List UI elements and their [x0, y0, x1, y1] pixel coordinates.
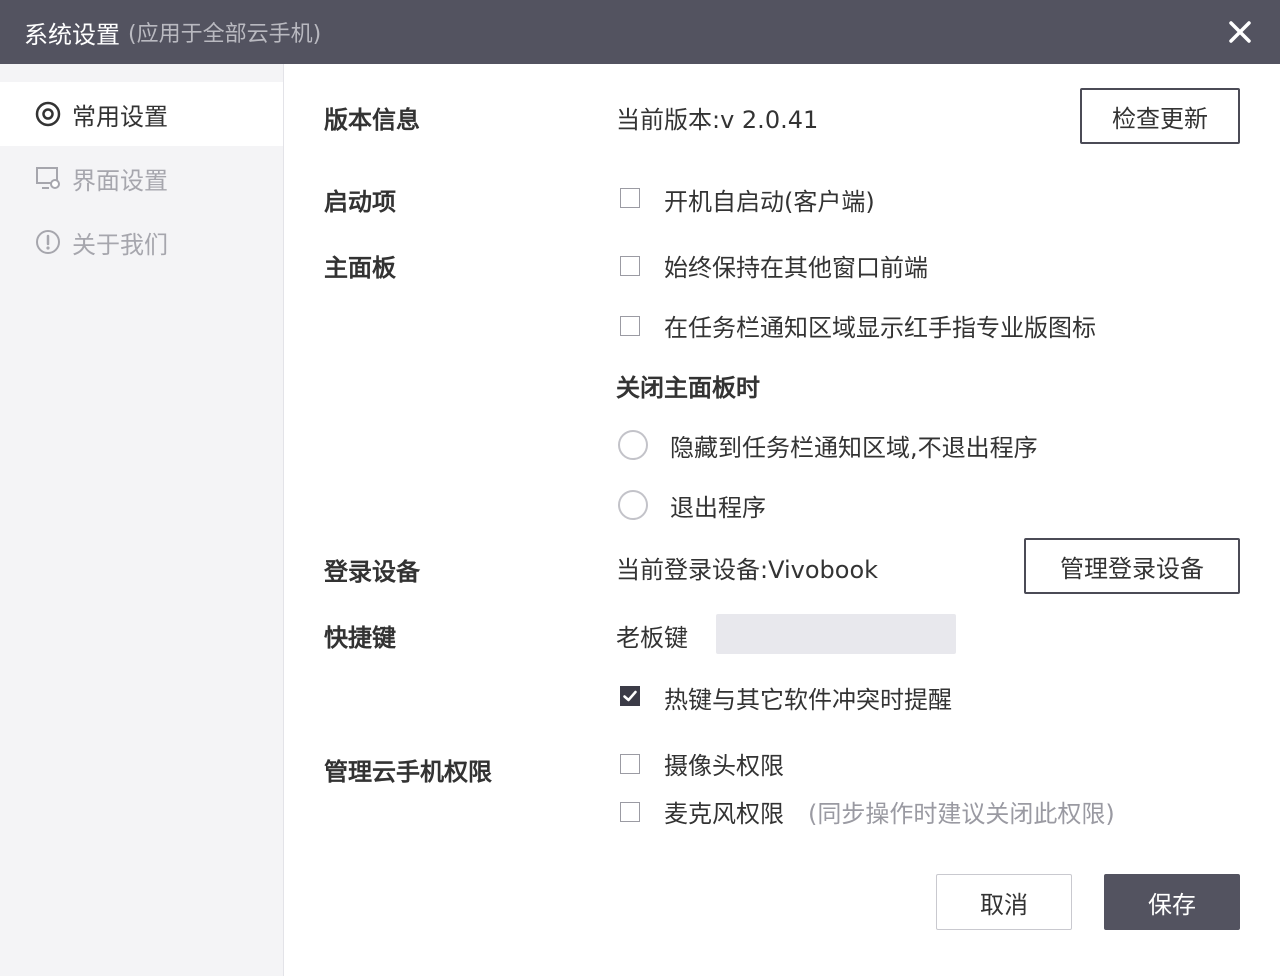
current-version-text: 当前版本:v 2.0.41 — [616, 106, 819, 134]
hide-to-tray-radio[interactable] — [618, 430, 648, 460]
manage-login-devices-button[interactable]: 管理登录设备 — [1024, 538, 1240, 594]
sidebar-item-label: 常用设置 — [72, 102, 168, 131]
version-label: 版本信息 — [324, 106, 420, 134]
boss-key-input[interactable] — [716, 614, 956, 654]
hotkey-conflict-text: 热键与其它软件冲突时提醒 — [664, 686, 952, 714]
exit-program-radio[interactable] — [618, 490, 648, 520]
settings-content: 版本信息 当前版本:v 2.0.41 检查更新 启动项 开机自启动(客户端) 主… — [284, 64, 1280, 976]
display-settings-icon — [34, 164, 62, 192]
tray-icon-text: 在任务栏通知区域显示红手指专业版图标 — [664, 314, 1096, 342]
sidebar-item-general[interactable]: 常用设置 — [0, 82, 283, 146]
window-subtitle: (应用于全部云手机) — [128, 22, 322, 47]
on-close-heading: 关闭主面板时 — [616, 374, 760, 402]
startup-label: 启动项 — [324, 188, 396, 216]
title-bar: 系统设置 (应用于全部云手机) — [0, 0, 1280, 64]
exit-program-text: 退出程序 — [670, 494, 766, 522]
sidebar: 常用设置 界面设置 关于我们 — [0, 64, 284, 976]
hide-to-tray-text: 隐藏到任务栏通知区域,不退出程序 — [670, 434, 1038, 462]
close-icon — [1229, 21, 1251, 43]
boss-key-label: 老板键 — [616, 624, 688, 652]
sidebar-item-interface[interactable]: 界面设置 — [0, 146, 283, 210]
camera-permission-text: 摄像头权限 — [664, 752, 784, 780]
sidebar-item-about[interactable]: 关于我们 — [0, 210, 283, 274]
microphone-permission-hint: (同步操作时建议关闭此权限) — [808, 800, 1115, 828]
window-title: 系统设置 — [24, 20, 120, 49]
hotkey-conflict-checkbox[interactable] — [620, 686, 640, 706]
info-exclamation-icon — [34, 228, 62, 256]
save-button[interactable]: 保存 — [1104, 874, 1240, 930]
cancel-button[interactable]: 取消 — [936, 874, 1072, 930]
checkmark-icon — [623, 690, 637, 702]
hotkeys-label: 快捷键 — [324, 624, 396, 652]
microphone-permission-checkbox[interactable] — [620, 802, 640, 822]
sidebar-item-label: 关于我们 — [72, 230, 168, 259]
settings-ring-icon — [34, 100, 62, 128]
tray-icon-checkbox[interactable] — [620, 316, 640, 336]
sidebar-item-label: 界面设置 — [72, 166, 168, 195]
always-on-top-checkbox[interactable] — [620, 256, 640, 276]
current-login-device-text: 当前登录设备:Vivobook — [616, 556, 879, 584]
autostart-checkbox[interactable] — [620, 188, 640, 208]
microphone-permission-text: 麦克风权限 — [664, 800, 784, 828]
camera-permission-checkbox[interactable] — [620, 754, 640, 774]
close-button[interactable] — [1224, 16, 1256, 48]
always-on-top-text: 始终保持在其他窗口前端 — [664, 254, 928, 282]
login-device-label: 登录设备 — [324, 558, 420, 586]
main-panel-label: 主面板 — [324, 254, 396, 282]
autostart-text: 开机自启动(客户端) — [664, 188, 875, 216]
check-update-button[interactable]: 检查更新 — [1080, 88, 1240, 144]
permissions-label: 管理云手机权限 — [324, 758, 492, 786]
